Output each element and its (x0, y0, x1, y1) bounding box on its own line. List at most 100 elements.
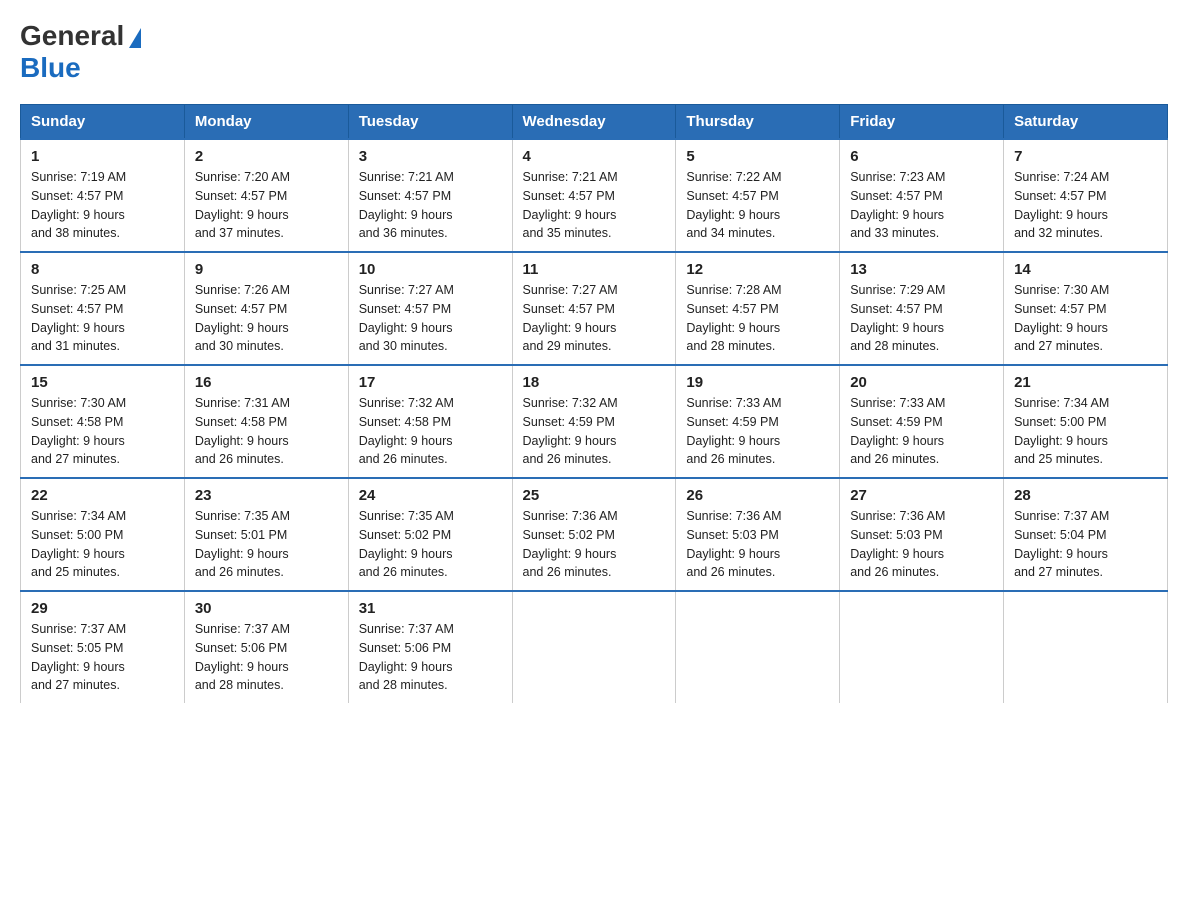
day-number: 12 (686, 261, 829, 278)
day-info: Sunrise: 7:32 AMSunset: 4:58 PMDaylight:… (359, 396, 454, 466)
weekday-header-tuesday: Tuesday (348, 105, 512, 140)
day-number: 29 (31, 600, 174, 617)
calendar-cell: 16 Sunrise: 7:31 AMSunset: 4:58 PMDayligh… (184, 365, 348, 478)
weekday-header-wednesday: Wednesday (512, 105, 676, 140)
day-info: Sunrise: 7:31 AMSunset: 4:58 PMDaylight:… (195, 396, 290, 466)
weekday-header-saturday: Saturday (1004, 105, 1168, 140)
day-info: Sunrise: 7:37 AMSunset: 5:05 PMDaylight:… (31, 622, 126, 692)
day-number: 24 (359, 487, 502, 504)
day-number: 16 (195, 374, 338, 391)
calendar-cell: 21 Sunrise: 7:34 AMSunset: 5:00 PMDayligh… (1004, 365, 1168, 478)
day-number: 2 (195, 148, 338, 165)
calendar-cell: 17 Sunrise: 7:32 AMSunset: 4:58 PMDayligh… (348, 365, 512, 478)
calendar-cell: 26 Sunrise: 7:36 AMSunset: 5:03 PMDayligh… (676, 478, 840, 591)
day-info: Sunrise: 7:35 AMSunset: 5:01 PMDaylight:… (195, 509, 290, 579)
day-info: Sunrise: 7:36 AMSunset: 5:02 PMDaylight:… (523, 509, 618, 579)
day-number: 6 (850, 148, 993, 165)
day-info: Sunrise: 7:19 AMSunset: 4:57 PMDaylight:… (31, 170, 126, 240)
day-number: 15 (31, 374, 174, 391)
day-info: Sunrise: 7:24 AMSunset: 4:57 PMDaylight:… (1014, 170, 1109, 240)
day-info: Sunrise: 7:37 AMSunset: 5:04 PMDaylight:… (1014, 509, 1109, 579)
calendar-cell: 12Sunrise: 7:28 AMSunset: 4:57 PMDayligh… (676, 252, 840, 365)
day-info: Sunrise: 7:25 AMSunset: 4:57 PMDaylight:… (31, 283, 126, 353)
calendar-week-row: 1 Sunrise: 7:19 AMSunset: 4:57 PMDaylight… (21, 139, 1168, 252)
day-info: Sunrise: 7:33 AMSunset: 4:59 PMDaylight:… (686, 396, 781, 466)
day-info: Sunrise: 7:21 AMSunset: 4:57 PMDaylight:… (359, 170, 454, 240)
calendar-cell: 25 Sunrise: 7:36 AMSunset: 5:02 PMDayligh… (512, 478, 676, 591)
day-number: 17 (359, 374, 502, 391)
day-number: 19 (686, 374, 829, 391)
day-info: Sunrise: 7:34 AMSunset: 5:00 PMDaylight:… (1014, 396, 1109, 466)
day-number: 18 (523, 374, 666, 391)
calendar-cell: 18 Sunrise: 7:32 AMSunset: 4:59 PMDayligh… (512, 365, 676, 478)
day-number: 14 (1014, 261, 1157, 278)
logo-blue-text: Blue (20, 52, 81, 83)
day-number: 26 (686, 487, 829, 504)
day-number: 21 (1014, 374, 1157, 391)
day-info: Sunrise: 7:37 AMSunset: 5:06 PMDaylight:… (359, 622, 454, 692)
calendar-cell: 8Sunrise: 7:25 AMSunset: 4:57 PMDaylight… (21, 252, 185, 365)
day-info: Sunrise: 7:32 AMSunset: 4:59 PMDaylight:… (523, 396, 618, 466)
calendar-cell: 22 Sunrise: 7:34 AMSunset: 5:00 PMDayligh… (21, 478, 185, 591)
calendar-cell: 11 Sunrise: 7:27 AMSunset: 4:57 PMDayligh… (512, 252, 676, 365)
weekday-header-row: SundayMondayTuesdayWednesdayThursdayFrid… (21, 105, 1168, 140)
day-number: 22 (31, 487, 174, 504)
day-info: Sunrise: 7:30 AMSunset: 4:58 PMDaylight:… (31, 396, 126, 466)
day-info: Sunrise: 7:21 AMSunset: 4:57 PMDaylight:… (523, 170, 618, 240)
calendar-cell: 6 Sunrise: 7:23 AMSunset: 4:57 PMDaylight… (840, 139, 1004, 252)
calendar-cell: 14 Sunrise: 7:30 AMSunset: 4:57 PMDayligh… (1004, 252, 1168, 365)
logo-triangle-icon (129, 28, 141, 48)
day-number: 28 (1014, 487, 1157, 504)
day-number: 11 (523, 261, 666, 278)
day-info: Sunrise: 7:36 AMSunset: 5:03 PMDaylight:… (850, 509, 945, 579)
calendar-week-row: 15 Sunrise: 7:30 AMSunset: 4:58 PMDayligh… (21, 365, 1168, 478)
calendar-cell (1004, 591, 1168, 703)
calendar-cell: 20 Sunrise: 7:33 AMSunset: 4:59 PMDayligh… (840, 365, 1004, 478)
calendar-week-row: 22 Sunrise: 7:34 AMSunset: 5:00 PMDayligh… (21, 478, 1168, 591)
calendar-cell (676, 591, 840, 703)
calendar-cell: 28 Sunrise: 7:37 AMSunset: 5:04 PMDayligh… (1004, 478, 1168, 591)
logo: General Blue (20, 20, 141, 84)
day-info: Sunrise: 7:22 AMSunset: 4:57 PMDaylight:… (686, 170, 781, 240)
calendar-cell: 7 Sunrise: 7:24 AMSunset: 4:57 PMDaylight… (1004, 139, 1168, 252)
day-number: 13 (850, 261, 993, 278)
calendar-week-row: 29 Sunrise: 7:37 AMSunset: 5:05 PMDayligh… (21, 591, 1168, 703)
day-number: 1 (31, 148, 174, 165)
calendar-cell: 27 Sunrise: 7:36 AMSunset: 5:03 PMDayligh… (840, 478, 1004, 591)
day-info: Sunrise: 7:30 AMSunset: 4:57 PMDaylight:… (1014, 283, 1109, 353)
day-info: Sunrise: 7:34 AMSunset: 5:00 PMDaylight:… (31, 509, 126, 579)
weekday-header-friday: Friday (840, 105, 1004, 140)
calendar-cell: 3 Sunrise: 7:21 AMSunset: 4:57 PMDaylight… (348, 139, 512, 252)
day-info: Sunrise: 7:23 AMSunset: 4:57 PMDaylight:… (850, 170, 945, 240)
weekday-header-monday: Monday (184, 105, 348, 140)
page-header: General Blue (20, 20, 1168, 84)
day-number: 7 (1014, 148, 1157, 165)
calendar-cell: 2 Sunrise: 7:20 AMSunset: 4:57 PMDaylight… (184, 139, 348, 252)
day-number: 31 (359, 600, 502, 617)
calendar-cell: 5 Sunrise: 7:22 AMSunset: 4:57 PMDaylight… (676, 139, 840, 252)
calendar-cell: 24 Sunrise: 7:35 AMSunset: 5:02 PMDayligh… (348, 478, 512, 591)
day-number: 25 (523, 487, 666, 504)
calendar-cell: 30Sunrise: 7:37 AMSunset: 5:06 PMDayligh… (184, 591, 348, 703)
weekday-header-thursday: Thursday (676, 105, 840, 140)
day-number: 20 (850, 374, 993, 391)
calendar-cell: 23Sunrise: 7:35 AMSunset: 5:01 PMDayligh… (184, 478, 348, 591)
day-info: Sunrise: 7:27 AMSunset: 4:57 PMDaylight:… (359, 283, 454, 353)
day-info: Sunrise: 7:33 AMSunset: 4:59 PMDaylight:… (850, 396, 945, 466)
calendar-cell: 31 Sunrise: 7:37 AMSunset: 5:06 PMDayligh… (348, 591, 512, 703)
calendar-cell: 19 Sunrise: 7:33 AMSunset: 4:59 PMDayligh… (676, 365, 840, 478)
calendar-cell: 4Sunrise: 7:21 AMSunset: 4:57 PMDaylight… (512, 139, 676, 252)
day-number: 27 (850, 487, 993, 504)
day-info: Sunrise: 7:20 AMSunset: 4:57 PMDaylight:… (195, 170, 290, 240)
day-number: 5 (686, 148, 829, 165)
day-info: Sunrise: 7:36 AMSunset: 5:03 PMDaylight:… (686, 509, 781, 579)
logo-general-text: General (20, 20, 124, 52)
calendar-cell: 13Sunrise: 7:29 AMSunset: 4:57 PMDayligh… (840, 252, 1004, 365)
calendar-cell: 10Sunrise: 7:27 AMSunset: 4:57 PMDayligh… (348, 252, 512, 365)
day-number: 30 (195, 600, 338, 617)
day-number: 3 (359, 148, 502, 165)
day-info: Sunrise: 7:35 AMSunset: 5:02 PMDaylight:… (359, 509, 454, 579)
day-number: 9 (195, 261, 338, 278)
day-info: Sunrise: 7:27 AMSunset: 4:57 PMDaylight:… (523, 283, 618, 353)
calendar-header: SundayMondayTuesdayWednesdayThursdayFrid… (21, 105, 1168, 140)
